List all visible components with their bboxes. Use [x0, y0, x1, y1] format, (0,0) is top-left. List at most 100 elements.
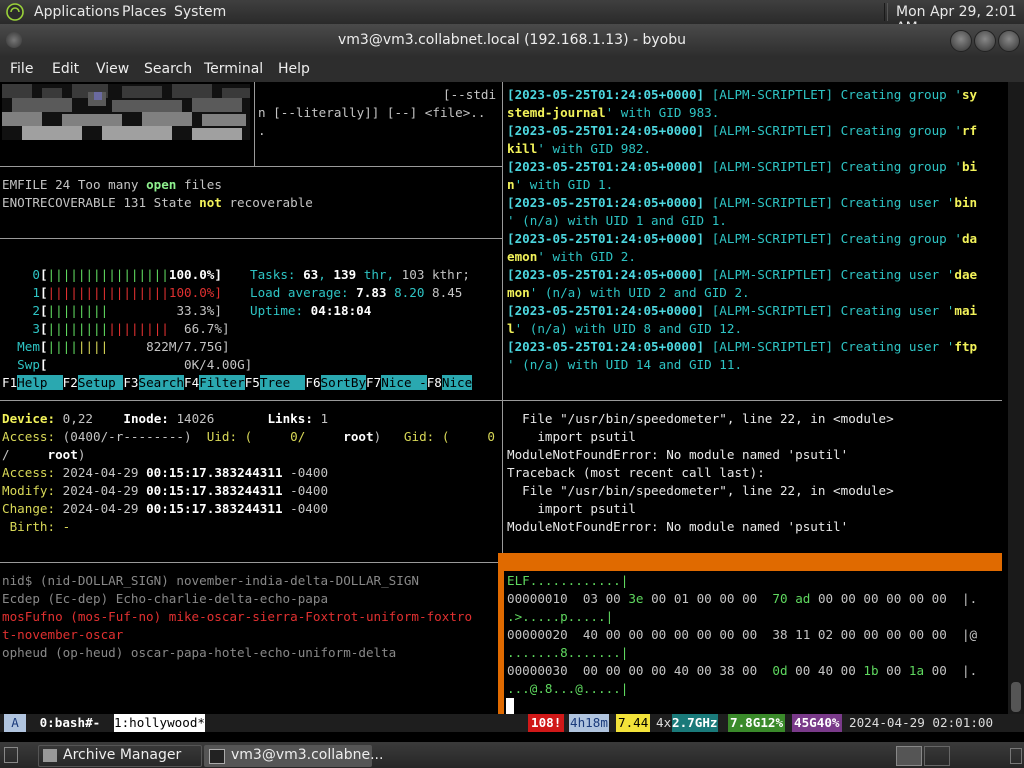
menu-view[interactable]: View: [96, 61, 129, 77]
pacman-log-line-cont: stemd-journal' with GID 983.: [507, 105, 720, 120]
status-disk: 45G40%: [792, 714, 842, 732]
menu-search[interactable]: Search: [144, 61, 192, 77]
pane-divider-h2: [0, 238, 502, 239]
hex-row-10-tail: .>.....p.....|: [507, 609, 614, 624]
stat-mtime: Modify: 2024-04-29 00:15:17.383244311 -0…: [2, 483, 329, 498]
htop-load: Load average: 7.83 8.20 8.45: [250, 285, 463, 300]
workspace-switcher-1[interactable]: [896, 746, 922, 766]
hexdump-pane-left-border: [498, 571, 504, 714]
fkey-f5[interactable]: F5: [245, 375, 260, 390]
pacman-log-line: [2023-05-25T01:24:05+0000] [ALPM-SCRIPTL…: [507, 195, 978, 210]
htop-cpu1: 1[||||||||||||||||100.0%]: [32, 285, 222, 300]
task-archive-manager[interactable]: Archive Manager: [38, 745, 202, 767]
fkey-f4[interactable]: F4: [184, 375, 199, 390]
stat-access-perm: Access: (0400/-r--------) Uid: ( 0/ root…: [2, 429, 495, 444]
fkey-label-f8[interactable]: Nice: [441, 375, 473, 390]
status-datetime: 2024-04-29 02:01:00: [849, 715, 994, 730]
htop-swap: Swp[ 0K/4.00G]: [17, 357, 253, 372]
pacman-log-line: [2023-05-25T01:24:05+0000] [ALPM-SCRIPTL…: [507, 159, 978, 174]
fkey-label-f6[interactable]: SortBy: [320, 375, 367, 390]
task-label-terminal: vm3@vm3.collabne...: [231, 747, 384, 763]
terminal-scrollbar[interactable]: [1008, 82, 1024, 714]
workspace-switcher-2[interactable]: [924, 746, 950, 766]
trash-icon[interactable]: [1010, 748, 1022, 764]
fkey-f7[interactable]: F7: [366, 375, 381, 390]
fkey-f8[interactable]: F8: [427, 375, 442, 390]
pacman-log-line-cont: ' (n/a) with UID 14 and GID 11.: [507, 357, 743, 372]
traceback-line: File "/usr/bin/speedometer", line 22, in…: [507, 411, 894, 426]
status-updates: 108!: [528, 714, 565, 732]
hex-row-20-tail: .......8.......|: [507, 645, 629, 660]
fkey-label-f1[interactable]: Help: [17, 375, 63, 390]
distro-logo-icon[interactable]: [6, 3, 24, 21]
stat-atime: Access: 2024-04-29 00:15:17.383244311 -0…: [2, 465, 329, 480]
fkey-f2[interactable]: F2: [63, 375, 78, 390]
hexdump-pane-top-border: [498, 553, 1002, 571]
fkey-label-f4[interactable]: Filter: [199, 375, 245, 390]
menu-applications[interactable]: Applications: [34, 4, 120, 20]
status-cpu-freq: 2.7GHz: [672, 714, 718, 732]
terminal-cursor: [506, 698, 514, 714]
menu-system[interactable]: System: [174, 4, 226, 20]
traceback-line: ModuleNotFoundError: No module named 'ps…: [507, 447, 849, 462]
taskbar: Archive Manager vm3@vm3.collabne...: [0, 742, 1024, 768]
fkey-f1[interactable]: F1: [2, 375, 17, 390]
man-line-1: [--stdi: [443, 87, 497, 102]
menu-file[interactable]: File: [10, 61, 33, 77]
scrollbar-thumb[interactable]: [1011, 682, 1021, 712]
pane-divider-h4: [0, 562, 502, 563]
nato-line: t-november-oscar: [2, 627, 124, 642]
nato-line: opheud (op-heud) oscar-papa-hotel-echo-u…: [2, 645, 397, 660]
htop-cpu3: 3[|||||||||||||||| 66.7%]: [32, 321, 230, 336]
pacman-log-line-cont: kill' with GID 982.: [507, 141, 652, 156]
nato-line: Ecdep (Ec-dep) Echo-charlie-delta-echo-p…: [2, 591, 329, 606]
status-cpu-count: 4x: [656, 715, 672, 730]
menu-places[interactable]: Places: [122, 4, 167, 20]
pacman-log-line-cont: ' (n/a) with UID 1 and GID 1.: [507, 213, 727, 228]
traceback-line: Traceback (most recent call last):: [507, 465, 765, 480]
status-window-1[interactable]: 1:hollywood*: [114, 714, 205, 732]
menu-help[interactable]: Help: [278, 61, 310, 77]
fkey-label-f5[interactable]: Tree: [259, 375, 306, 390]
terminal-icon: [209, 749, 225, 764]
fkey-label-f3[interactable]: Search: [138, 375, 185, 390]
show-desktop-icon[interactable]: [4, 747, 18, 763]
htop-mem: Mem[|||||||| 822M/7.75G]: [17, 339, 230, 354]
task-terminal[interactable]: vm3@vm3.collabne...: [204, 745, 383, 767]
window-title: vm3@vm3.collabnet.local (192.168.1.13) -…: [337, 32, 686, 48]
top-panel: Applications Places System Mon Apr 29, 2…: [0, 0, 1024, 36]
window-titlebar[interactable]: vm3@vm3.collabnet.local (192.168.1.13) -…: [0, 24, 1024, 56]
pacman-log-line-cont: mon' (n/a) with UID 2 and GID 2.: [507, 285, 750, 300]
ascii-art-image: [2, 84, 250, 140]
pacman-log-line: [2023-05-25T01:24:05+0000] [ALPM-SCRIPTL…: [507, 231, 978, 246]
fkey-label-f7[interactable]: Nice -: [381, 375, 427, 390]
fkey-label-f2[interactable]: Setup: [77, 375, 124, 390]
hex-line-0: ELF............|: [507, 573, 629, 588]
pacman-log-line: [2023-05-25T01:24:05+0000] [ALPM-SCRIPTL…: [507, 87, 978, 102]
htop-cpu2: 2[|||||||| 33.3%]: [32, 303, 222, 318]
errno-line-2: ENOTRECOVERABLE 131 State not recoverabl…: [2, 195, 313, 210]
man-line-3: .: [258, 123, 266, 138]
status-load: 7.44: [616, 714, 651, 732]
status-window-0[interactable]: 0:bash#-: [32, 714, 108, 732]
terminal-area[interactable]: [--stdi n [--literally]] [--] <file>.. .…: [0, 82, 1024, 714]
pane-divider-h3: [0, 400, 1002, 401]
menu-edit[interactable]: Edit: [52, 61, 79, 77]
hex-row-30: 00000030 00 00 00 00 40 00 38 00 0d 00 4…: [507, 663, 978, 678]
fkey-f3[interactable]: F3: [123, 375, 138, 390]
panel-separator: [884, 3, 888, 21]
menu-terminal[interactable]: Terminal: [204, 61, 263, 77]
errno-line-1: EMFILE 24 Too many open files: [2, 177, 222, 192]
fkey-f6[interactable]: F6: [305, 375, 320, 390]
minimize-button[interactable]: [950, 30, 972, 52]
status-uptime: 4h18m: [569, 714, 609, 732]
hex-row-10: 00000010 03 00 3e 00 01 00 00 00 70 ad 0…: [507, 591, 978, 606]
pacman-log-line: [2023-05-25T01:24:05+0000] [ALPM-SCRIPTL…: [507, 339, 978, 354]
close-button[interactable]: [998, 30, 1020, 52]
stat-ctime: Change: 2024-04-29 00:15:17.383244311 -0…: [2, 501, 329, 516]
pacman-log-line-cont: l' (n/a) with UID 8 and GID 12.: [507, 321, 743, 336]
stat-device: Device: 0,22 Inode: 14026 Links: 1: [2, 411, 329, 426]
pacman-log-line: [2023-05-25T01:24:05+0000] [ALPM-SCRIPTL…: [507, 123, 978, 138]
maximize-button[interactable]: [974, 30, 996, 52]
traceback-line: import psutil: [507, 429, 636, 444]
